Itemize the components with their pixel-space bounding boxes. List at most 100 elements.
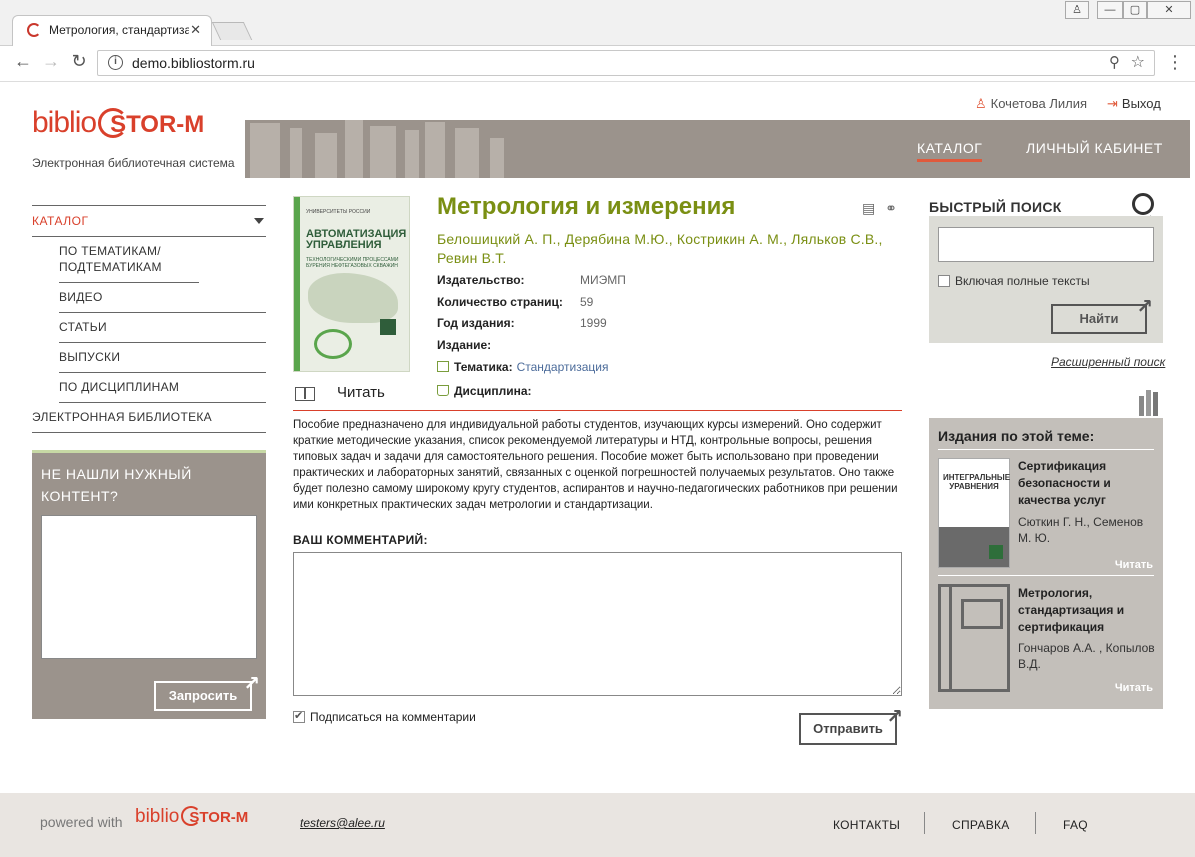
zoom-icon[interactable]: ⚲ (1109, 53, 1120, 71)
url-text[interactable]: demo.bibliostorm.ru (132, 55, 255, 71)
bookmark-star-icon[interactable]: ☆ (1131, 52, 1145, 72)
quick-search-label: БЫСТРЫЙ ПОИСК (929, 199, 1062, 215)
divider (938, 449, 1154, 450)
divider (1035, 812, 1036, 834)
related-read-2[interactable]: Читать (1115, 682, 1153, 694)
sidebar-catalog-label: КАТАЛОГ (32, 214, 89, 228)
fulltext-label: Включая полные тексты (955, 274, 1090, 288)
book-icon (437, 385, 449, 396)
related-cover-1[interactable]: ИНТЕГРАЛЬНЫЕ УРАВНЕНИЯ (938, 458, 1010, 568)
topic-link[interactable]: Стандартизация (517, 360, 609, 374)
sidebar: КАТАЛОГ ПО ТЕМАТИКАМ/ ПОДТЕМАТИКАМ ВИДЕО… (32, 205, 266, 433)
minimize-button[interactable]: — (1097, 1, 1123, 19)
footer-logo-biblio: biblio (135, 806, 180, 827)
sidebar-item-articles[interactable]: СТАТЬИ (59, 313, 266, 343)
meta-year: Год издания: 1999 (437, 316, 607, 330)
logout-link[interactable]: ⇥ Выход (1107, 96, 1161, 112)
site-logo[interactable]: biblio STOR-M (32, 106, 204, 140)
subscribe-label: Подписаться на комментарии (310, 710, 476, 724)
comment-icon[interactable]: ▤ (862, 200, 875, 216)
meta-topic: Тематика: Стандартизация (437, 360, 608, 374)
chevron-down-icon[interactable] (254, 218, 264, 224)
arrow-icon: ↗ (1136, 296, 1153, 318)
meta-edition: Издание: (437, 338, 491, 352)
related-cover-2[interactable] (938, 584, 1010, 692)
sidebar-item-topics[interactable]: ПО ТЕМАТИКАМ/ ПОДТЕМАТИКАМ (59, 237, 199, 283)
sidebar-item-disciplines[interactable]: ПО ДИСЦИПЛИНАМ (59, 373, 266, 403)
find-button[interactable]: Найти ↗ (1051, 296, 1153, 334)
find-label: Найти (1079, 311, 1119, 326)
footer-help[interactable]: СПРАВКА (952, 818, 1010, 832)
powered-text: powered with (40, 814, 123, 830)
cover-title: АВТОМАТИЗАЦИЯ УПРАВЛЕНИЯ (306, 228, 407, 251)
advanced-search-link[interactable]: Расширенный поиск (1051, 355, 1165, 369)
list-icon (437, 361, 449, 372)
user-icon: ♙ (975, 96, 987, 111)
subscribe-checkbox[interactable]: Подписаться на комментарии (293, 709, 476, 724)
maximize-button[interactable]: ▢ (1123, 1, 1147, 19)
address-bar[interactable]: i demo.bibliostorm.ru ⚲ ☆ (97, 50, 1155, 76)
cover-series: УНИВЕРСИТЕТЫ РОССИИ (306, 209, 371, 215)
divider (924, 812, 925, 834)
related-authors-1: Сюткин Г. Н., Семенов М. Ю. (1018, 515, 1144, 545)
cover-subtitle: ТЕХНОЛОГИЧЕСКИМИ ПРОЦЕССАМИ БУРЕНИЯ НЕФТ… (306, 257, 399, 269)
checkbox-icon[interactable] (293, 709, 305, 723)
search-input[interactable] (938, 227, 1154, 262)
user-link[interactable]: ♙ Кочетова Лилия (975, 96, 1087, 112)
comment-textarea[interactable] (293, 552, 902, 696)
footer-contacts[interactable]: КОНТАКТЫ (833, 818, 900, 832)
nav-personal-cabinet[interactable]: ЛИЧНЫЙ КАБИНЕТ (1026, 140, 1163, 156)
footer-logo[interactable]: biblio STOR-M (135, 806, 248, 828)
footer-faq[interactable]: FAQ (1063, 818, 1088, 832)
fulltext-checkbox[interactable]: Включая полные тексты (938, 274, 1090, 288)
request-title: НЕ НАШЛИ НУЖНЫЙ КОНТЕНТ? (41, 466, 192, 504)
send-label: Отправить (813, 721, 883, 736)
profile-button[interactable]: ♙ (1065, 1, 1089, 19)
cover-emblem (314, 329, 352, 359)
send-button[interactable]: Отправить ↗ (799, 706, 903, 745)
search-icon[interactable] (1132, 193, 1154, 215)
book-open-icon (295, 387, 315, 401)
sidebar-item-video[interactable]: ВИДЕО (59, 283, 266, 313)
meta-key: Год издания: (437, 316, 515, 330)
bookshelf-icon (1137, 390, 1163, 416)
request-button[interactable]: Запросить ↗ (154, 673, 260, 711)
close-window-button[interactable]: ✕ (1147, 1, 1191, 19)
arrow-icon: ↗ (886, 706, 903, 728)
forward-arrow-icon[interactable]: → (40, 51, 62, 72)
related-title-1[interactable]: Сертификация безопасности и качества усл… (1018, 458, 1158, 509)
browser-menu-icon[interactable]: ⋮ (1166, 52, 1184, 73)
related-cover-1-text: ИНТЕГРАЛЬНЫЕ УРАВНЕНИЯ (943, 473, 1011, 491)
sidebar-catalog[interactable]: КАТАЛОГ (32, 205, 266, 237)
close-tab-icon[interactable]: ✕ (190, 22, 201, 38)
meta-value: 59 (580, 295, 594, 309)
meta-pages: Количество страниц: 59 (437, 295, 593, 309)
meta-key: Издание: (437, 338, 492, 352)
read-button[interactable]: Читать (293, 384, 433, 404)
book-description: Пособие предназначено для индивидуальной… (293, 419, 898, 511)
book-authors[interactable]: Белошицкий А. П., Дерябина М.Ю., Кострик… (437, 230, 887, 268)
sidebar-item-library[interactable]: ЭЛЕКТРОННАЯ БИБЛИОТЕКА (32, 403, 266, 433)
read-label: Читать (337, 384, 385, 401)
meta-key: Дисциплина: (454, 384, 532, 398)
book-cover[interactable]: УНИВЕРСИТЕТЫ РОССИИ АВТОМАТИЗАЦИЯ УПРАВЛ… (293, 196, 410, 372)
tab-title: Метрология, стандартиза (49, 23, 189, 37)
related-title-2[interactable]: Метрология, стандартизация и сертификаци… (1018, 585, 1158, 636)
browser-tab[interactable]: Метрология, стандартиза ✕ (12, 15, 212, 46)
back-arrow-icon[interactable]: ← (12, 51, 34, 72)
footer-email[interactable]: testers@alee.ru (300, 816, 385, 830)
meta-value: 1999 (580, 316, 607, 330)
share-icon[interactable]: ⚭ (885, 200, 897, 216)
quick-search-box: Включая полные тексты Найти ↗ (929, 216, 1163, 343)
request-content-box: НЕ НАШЛИ НУЖНЫЙ КОНТЕНТ? Запросить ↗ (32, 450, 266, 719)
reload-icon[interactable]: ↻ (68, 51, 90, 72)
footer-logo-storm: STOR-M (189, 809, 249, 826)
logo-storm: STOR-M (110, 111, 205, 138)
sidebar-item-issues[interactable]: ВЫПУСКИ (59, 343, 266, 373)
related-read-1[interactable]: Читать (1115, 559, 1153, 571)
site-info-icon[interactable]: i (108, 55, 123, 70)
nav-catalog[interactable]: КАТАЛОГ (917, 140, 983, 162)
meta-key: Количество страниц: (437, 295, 563, 309)
checkbox-icon[interactable] (938, 275, 950, 287)
request-textarea[interactable] (41, 515, 257, 659)
